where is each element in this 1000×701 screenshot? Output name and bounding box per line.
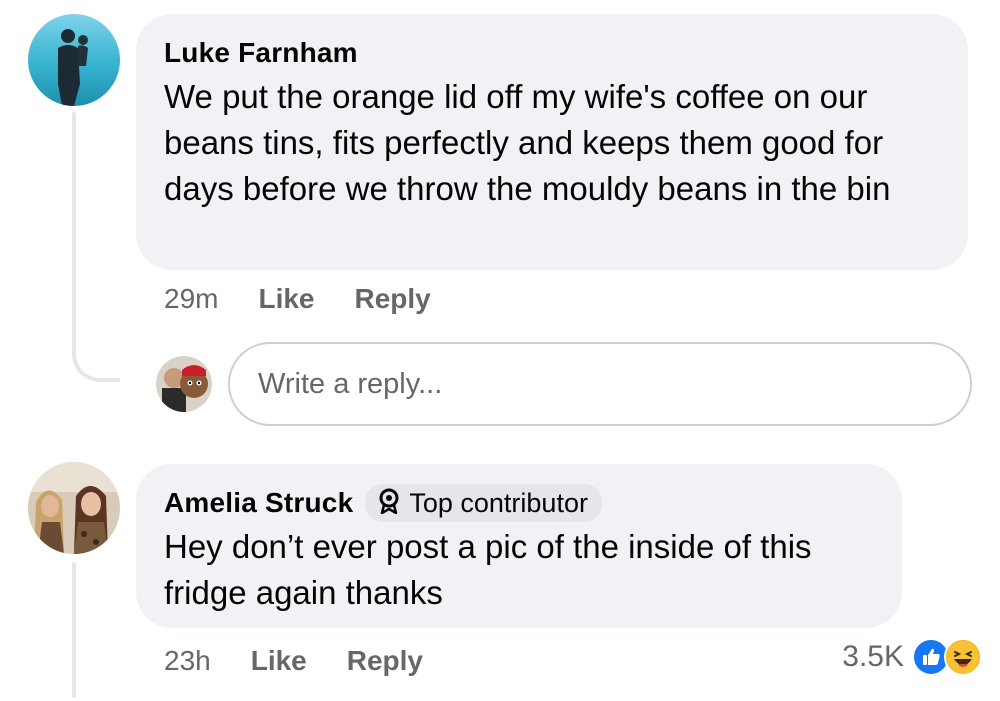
top-contributor-icon <box>377 488 401 519</box>
top-contributor-badge[interactable]: Top contributor <box>365 484 602 522</box>
reply-button[interactable]: Reply <box>347 645 423 677</box>
comment-actions: 23h Like Reply <box>164 645 463 677</box>
haha-reaction-icon <box>944 638 982 676</box>
like-button[interactable]: Like <box>251 645 307 677</box>
current-user-avatar <box>156 356 212 412</box>
reply-button[interactable]: Reply <box>355 283 431 315</box>
like-button[interactable]: Like <box>258 283 314 315</box>
comment-bubble: Luke Farnham We put the orange lid off m… <box>136 14 968 270</box>
badge-label: Top contributor <box>409 487 588 518</box>
comment-text: Hey don’t ever post a pic of the inside … <box>164 528 812 611</box>
comment-author[interactable]: Luke Farnham <box>164 37 358 69</box>
reaction-summary[interactable]: 3.5K <box>842 638 982 676</box>
comment-author[interactable]: Amelia Struck <box>164 487 353 519</box>
reply-composer[interactable] <box>228 342 972 426</box>
thread-line <box>72 562 76 698</box>
avatar[interactable] <box>28 462 120 554</box>
reply-input[interactable] <box>256 366 970 402</box>
comment-timestamp[interactable]: 29m <box>164 283 218 315</box>
comment-bubble: Amelia Struck Top contributor Hey don’t … <box>136 464 902 628</box>
avatar[interactable] <box>28 14 120 106</box>
comment-text: We put the orange lid off my wife's coff… <box>164 78 891 207</box>
thread-line <box>72 112 76 322</box>
thread-connector <box>72 318 120 382</box>
comment-actions: 29m Like Reply <box>164 283 471 315</box>
reaction-count[interactable]: 3.5K <box>842 640 904 674</box>
comment-timestamp[interactable]: 23h <box>164 645 211 677</box>
